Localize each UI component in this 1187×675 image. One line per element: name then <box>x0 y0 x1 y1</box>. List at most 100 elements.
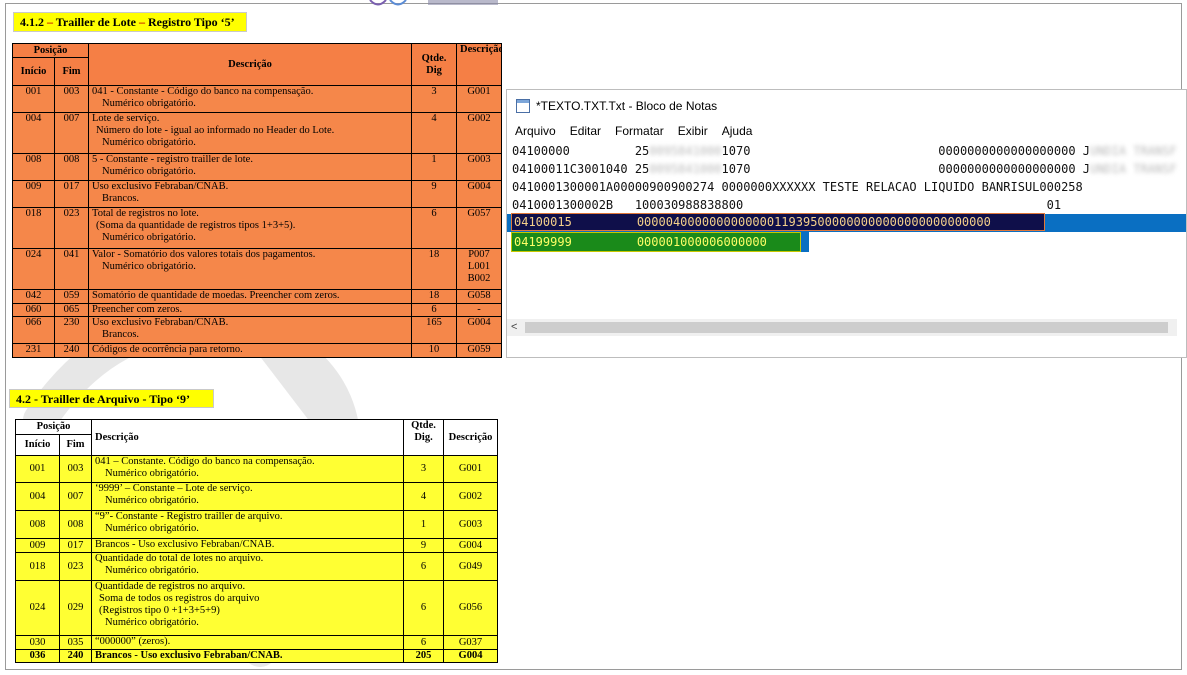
desc-line: Numérico obrigatório. <box>105 468 199 479</box>
cell-fim: 230 <box>53 316 90 344</box>
cell-descricao: Lote de serviço. Número do lote - igual a… <box>88 112 413 154</box>
section1-title-prefix: 4.1.2 <box>20 15 47 29</box>
blurred-text: 0095841000 <box>649 162 722 176</box>
cell-inicio: 004 <box>12 112 55 154</box>
cell-ref: G001 <box>443 455 499 483</box>
cell-ref: G056 <box>443 580 499 636</box>
table-row: 018 023 Quantidade do total de lotes no … <box>15 552 499 581</box>
menu-arquivo[interactable]: Arquivo <box>507 121 563 141</box>
cell-ref: G059 <box>456 343 503 358</box>
desc-line: (Registros tipo 0 +1+3+5+9) <box>99 605 220 616</box>
desc-line: ‘9999’ – Constante – Lote de serviço. <box>95 483 253 495</box>
table-row: 001 003 041 – Constante. Código do banco… <box>15 455 499 483</box>
desc-line: Quantidade do total de lotes no arquivo. <box>95 553 264 565</box>
section-title-trailler-lote: 4.1.2 – Trailler de Lote – Registro Tipo… <box>13 12 247 32</box>
desc-line: Quantidade de registros no arquivo. <box>95 581 246 593</box>
cell-ref: G004 <box>443 538 499 553</box>
blurred-text: UNDIA TRANSF <box>1090 162 1177 176</box>
cell-ref: G004 <box>456 180 503 208</box>
header-descricao-ref: Descrição <box>443 419 499 456</box>
cell-fim: 059 <box>53 289 90 304</box>
cell-qtde: 6 <box>403 635 445 650</box>
cell-qtde: 3 <box>411 85 458 113</box>
cell-qtde: 1 <box>411 153 458 181</box>
desc-line: Numérico obrigatório. <box>102 232 196 243</box>
text-segment: 1070 0000000000000000000 J <box>721 162 1090 176</box>
notepad-title-bar[interactable]: *TEXTO.TXT.Txt - Bloco de Notas <box>507 90 1186 121</box>
cell-fim: 008 <box>58 510 93 539</box>
cell-fim: 240 <box>58 649 93 663</box>
cell-inicio: 060 <box>12 303 55 317</box>
cell-descricao: Uso exclusivo Febraban/CNAB. Brancos. <box>88 180 413 208</box>
table-row: 018 023 Total de registros no lote. (Soma… <box>12 207 503 249</box>
desc-line: Brancos. <box>102 329 140 340</box>
cell-ref: G037 <box>443 635 499 650</box>
section-title-trailler-arquivo: 4.2 - Trailler de Arquivo - Tipo ‘9’ <box>9 389 214 408</box>
table-row: 024 029 Quantidade de registros no arqui… <box>15 580 499 636</box>
menu-editar[interactable]: Editar <box>563 121 608 141</box>
cell-inicio: 042 <box>12 289 55 304</box>
horizontal-scrollbar[interactable]: < <box>507 319 1177 336</box>
scrollbar-thumb[interactable] <box>525 322 1168 333</box>
table-row: 024 041 Valor - Somatório dos valores to… <box>12 248 503 290</box>
notepad-window: *TEXTO.TXT.Txt - Bloco de Notas Arquivo … <box>506 89 1187 358</box>
notepad-text-area[interactable]: 04100000 2500958410001070 00000000000000… <box>507 141 1186 319</box>
text-segment: 04100011C3001040 25 <box>512 162 650 176</box>
cell-ref: G002 <box>456 112 503 154</box>
highlight-trailler-arquivo-line: 04199999 000001000006000000 <box>511 232 801 252</box>
cell-inicio: 008 <box>15 510 60 539</box>
cell-inicio: 009 <box>15 538 60 553</box>
desc-line: Valor - Somatório dos valores totais dos… <box>92 249 316 261</box>
desc-line: Total de registros no lote. <box>92 208 199 220</box>
cell-fim: 023 <box>58 552 93 581</box>
cell-fim: 023 <box>53 207 90 249</box>
table-row: 066 230 Uso exclusivo Febraban/CNAB. Bran… <box>12 316 503 344</box>
cell-descricao: Brancos - Uso exclusivo Febraban/CNAB. <box>91 538 405 553</box>
blurred-text: 0095841000 <box>649 144 722 158</box>
table-row: 042 059 Somatório de quantidade de moeda… <box>12 289 503 304</box>
cell-qtde: 9 <box>411 180 458 208</box>
trailler-arquivo-table: Posição Descrição Qtde. Dig. Descrição I… <box>14 419 499 663</box>
desc-line: “9”- Constante - Registro trailler de ar… <box>95 511 283 523</box>
ref-line: B002 <box>467 273 491 284</box>
cell-fim: 017 <box>53 180 90 208</box>
cell-qtde: 1 <box>403 510 445 539</box>
scroll-left-arrow-icon[interactable]: < <box>511 319 517 336</box>
cell-fim: 008 <box>53 153 90 181</box>
cell-qtde: 6 <box>403 580 445 636</box>
header-inicio: Início <box>12 57 55 86</box>
cell-qtde: 6 <box>403 552 445 581</box>
cell-ref: P007 L001 B002 <box>456 248 503 290</box>
notepad-app-icon <box>516 98 530 113</box>
table-row: 004 007 Lote de serviço. Número do lote -… <box>12 112 503 154</box>
cell-qtde: 18 <box>411 289 458 304</box>
table-row: 009 017 Uso exclusivo Febraban/CNAB. Bran… <box>12 180 503 208</box>
selection-highlight-tail <box>801 232 809 252</box>
cell-fim: 003 <box>53 85 90 113</box>
notepad-menu-bar: Arquivo Editar Formatar Exibir Ajuda <box>507 121 759 141</box>
header-qtde: Qtde. Dig <box>411 43 458 86</box>
desc-line: Numérico obrigatório. <box>105 523 199 534</box>
cell-inicio: 018 <box>12 207 55 249</box>
cell-inicio: 009 <box>12 180 55 208</box>
cell-fim: 240 <box>53 343 90 358</box>
cell-qtde: 6 <box>411 207 458 249</box>
table-row: 231 240 Códigos de ocorrência para retor… <box>12 343 503 358</box>
menu-formatar[interactable]: Formatar <box>608 121 671 141</box>
header-qtde: Qtde. Dig. <box>403 419 445 456</box>
cell-descricao: Brancos - Uso exclusivo Febraban/CNAB. <box>91 649 405 663</box>
cell-inicio: 036 <box>15 649 60 663</box>
cell-fim: 003 <box>58 455 93 483</box>
desc-line: Numérico obrigatório. <box>105 565 199 576</box>
cell-ref: G004 <box>456 316 503 344</box>
menu-exibir[interactable]: Exibir <box>671 121 715 141</box>
cell-descricao: Uso exclusivo Febraban/CNAB. Brancos. <box>88 316 413 344</box>
cell-qtde: 165 <box>411 316 458 344</box>
cell-descricao: Valor - Somatório dos valores totais dos… <box>88 248 413 290</box>
section1-title-rest: Registro Tipo ‘5’ <box>145 15 235 29</box>
menu-ajuda[interactable]: Ajuda <box>715 121 760 141</box>
top-logo-fragment <box>369 0 498 6</box>
notepad-title: *TEXTO.TXT.Txt - Bloco de Notas <box>536 98 718 113</box>
cell-fim: 065 <box>53 303 90 317</box>
header-descricao-ref: Descrição <box>456 43 503 86</box>
